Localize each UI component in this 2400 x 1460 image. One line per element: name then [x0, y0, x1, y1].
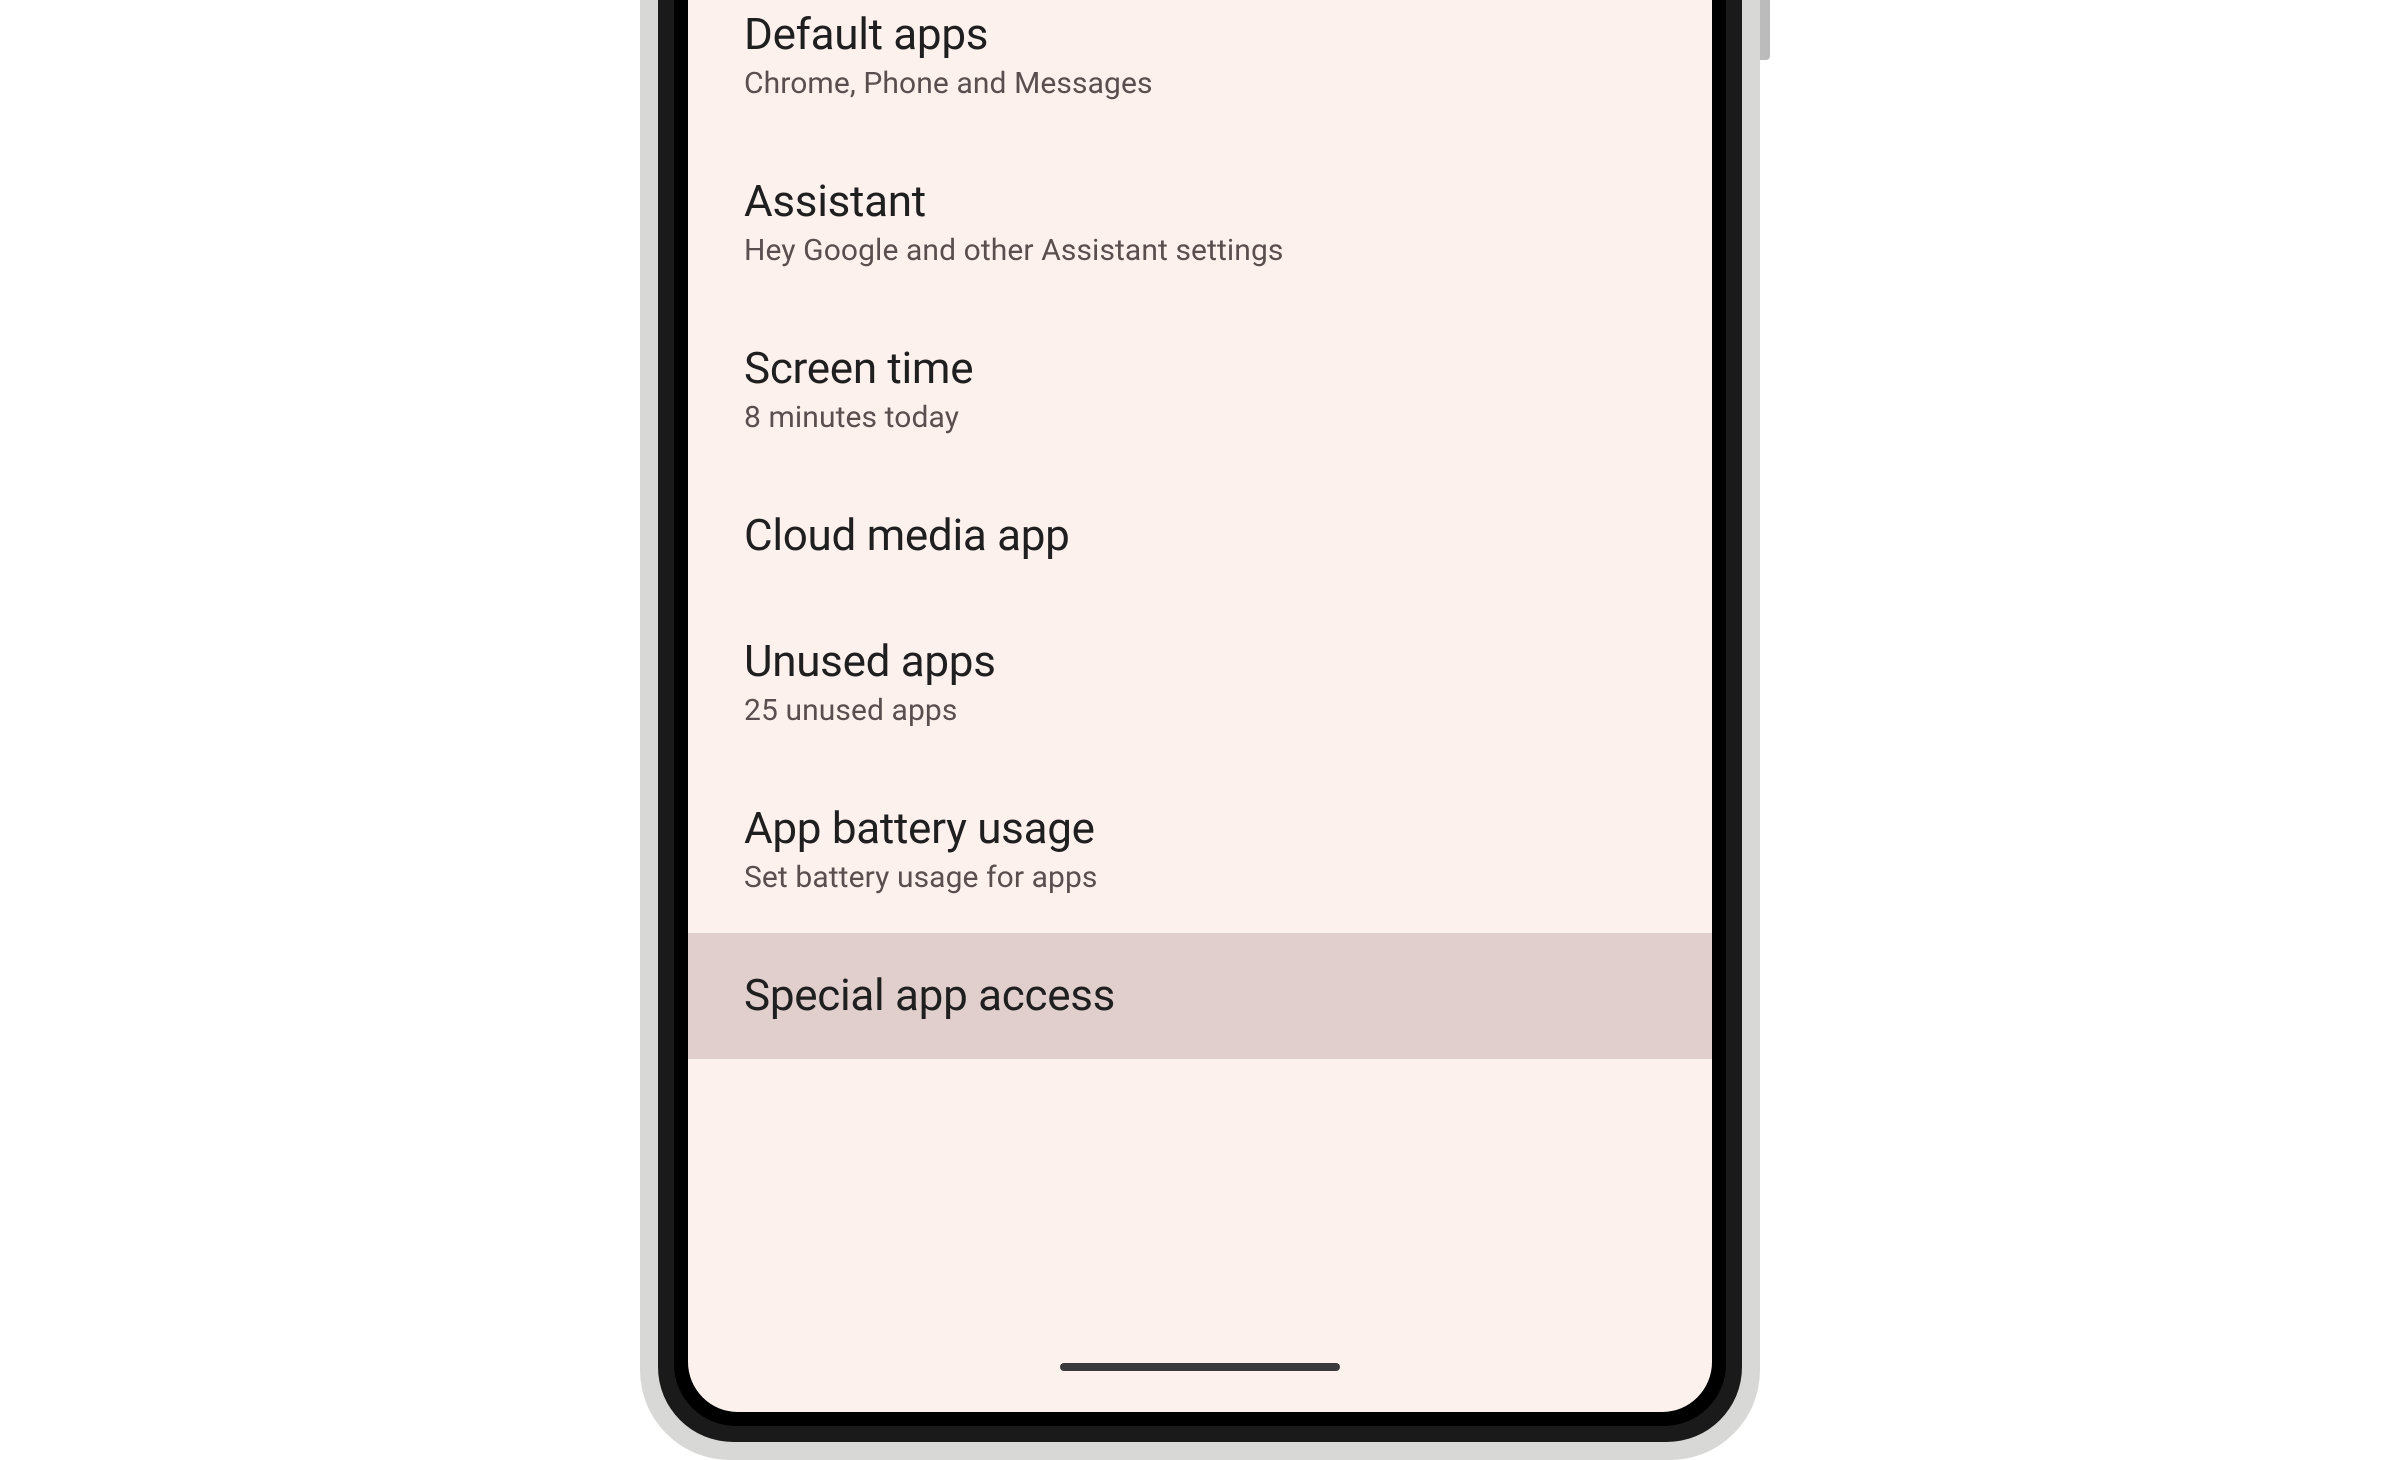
settings-item-title: Special app access [744, 969, 1656, 1021]
settings-item-subtitle: 8 minutes today [744, 400, 1656, 435]
gesture-pill[interactable] [1060, 1363, 1340, 1371]
settings-item-unused-apps[interactable]: Unused apps 25 unused apps [688, 599, 1712, 766]
settings-item-default-apps[interactable]: Default apps Chrome, Phone and Messages [688, 8, 1712, 139]
settings-item-subtitle: Set battery usage for apps [744, 860, 1656, 895]
phone-body: Default apps Chrome, Phone and Messages … [658, 0, 1742, 1442]
settings-item-screen-time[interactable]: Screen time 8 minutes today [688, 306, 1712, 473]
settings-item-subtitle: Hey Google and other Assistant settings [744, 233, 1656, 268]
settings-item-title: Assistant [744, 175, 1656, 227]
settings-item-title: Screen time [744, 342, 1656, 394]
phone-screen: Default apps Chrome, Phone and Messages … [688, 0, 1712, 1412]
settings-item-subtitle: 25 unused apps [744, 693, 1656, 728]
phone-frame: Default apps Chrome, Phone and Messages … [640, 0, 1760, 1460]
settings-list: Default apps Chrome, Phone and Messages … [688, 0, 1712, 1059]
settings-item-title: Cloud media app [744, 509, 1656, 561]
settings-item-special-app-access[interactable]: Special app access [688, 933, 1712, 1059]
settings-item-subtitle: Chrome, Phone and Messages [744, 66, 1656, 101]
settings-item-cloud-media-app[interactable]: Cloud media app [688, 473, 1712, 599]
settings-item-assistant[interactable]: Assistant Hey Google and other Assistant… [688, 139, 1712, 306]
settings-item-title: Unused apps [744, 635, 1656, 687]
phone-screen-border: Default apps Chrome, Phone and Messages … [674, 0, 1726, 1426]
settings-item-title: Default apps [744, 8, 1656, 60]
settings-item-app-battery-usage[interactable]: App battery usage Set battery usage for … [688, 766, 1712, 933]
phone-side-button [1760, 0, 1770, 60]
navigation-bar [688, 1342, 1712, 1412]
settings-item-title: App battery usage [744, 802, 1656, 854]
